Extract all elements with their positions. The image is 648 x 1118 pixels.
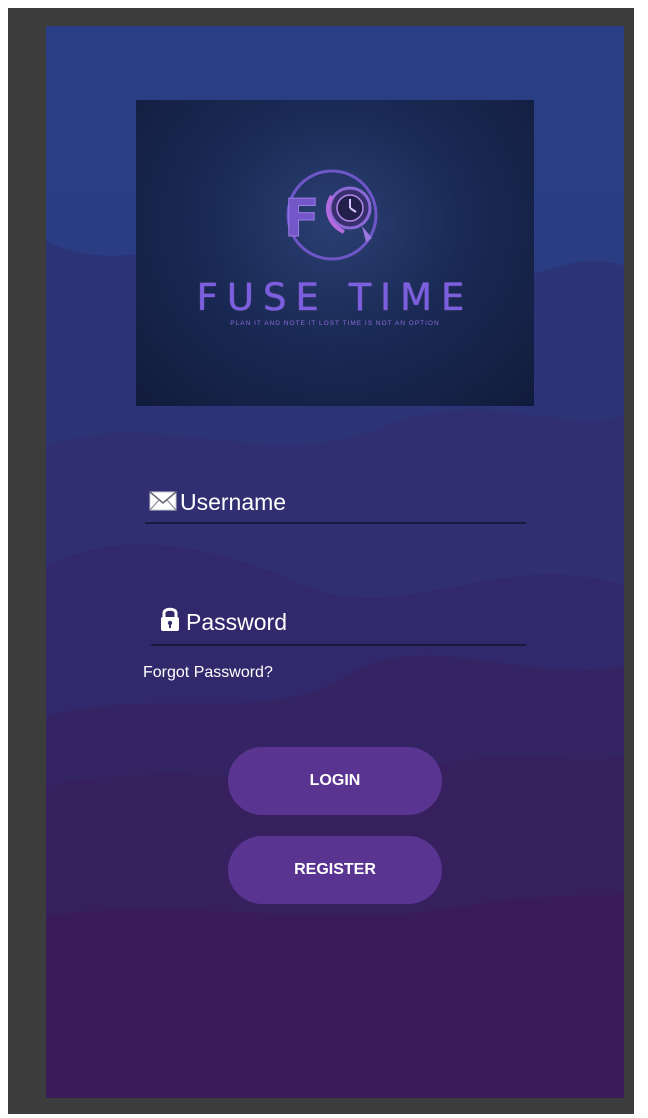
- username-field[interactable]: Username: [145, 478, 526, 524]
- lock-icon: [159, 606, 181, 637]
- register-button[interactable]: REGISTER: [228, 836, 442, 904]
- login-screen: F FUSE TIME PLAN IT AND NOTE IT LOST TIM…: [46, 26, 624, 1098]
- mail-icon: [149, 491, 177, 516]
- login-button[interactable]: LOGIN: [228, 747, 442, 815]
- fuse-time-logo: F: [284, 169, 378, 261]
- brand-name: FUSE TIME: [196, 276, 474, 319]
- username-placeholder: Username: [180, 489, 287, 515]
- forgot-password-link[interactable]: Forgot Password?: [143, 664, 273, 682]
- logo-monogram: F: [284, 189, 320, 249]
- tagline: PLAN IT AND NOTE IT LOST TIME IS NOT AN …: [230, 320, 440, 327]
- app-logo-card: F FUSE TIME PLAN IT AND NOTE IT LOST TIM…: [136, 100, 534, 406]
- password-placeholder: Password: [186, 609, 287, 635]
- password-field[interactable]: Password: [151, 600, 526, 646]
- device-frame: F FUSE TIME PLAN IT AND NOTE IT LOST TIM…: [8, 8, 634, 1114]
